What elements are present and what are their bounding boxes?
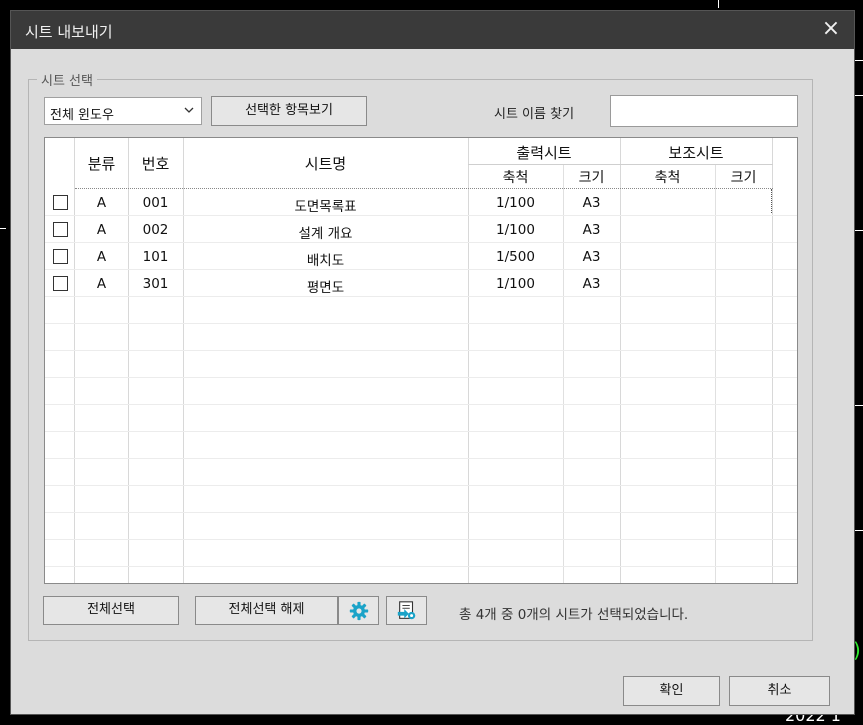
header-separator [468, 164, 773, 165]
cad-line [855, 530, 863, 531]
header-bottom-border [75, 188, 773, 189]
settings-button[interactable] [338, 596, 379, 625]
row-line [45, 404, 797, 405]
sheet-table: 분류 번호 시트명 출력시트 보조시트 축척 크기 축척 크기 A 001 도면… [44, 137, 798, 584]
cell-output-scale: 1/100 [496, 222, 535, 238]
row-line [45, 377, 797, 378]
row-line [45, 215, 797, 216]
ok-button[interactable]: 확인 [623, 676, 720, 706]
search-label: 시트 이름 찾기 [494, 107, 575, 122]
cell-category: A [96, 249, 107, 265]
grid-line [715, 164, 716, 583]
dialog-titlebar: 시트 내보내기 × [11, 11, 854, 49]
cell-number: 002 [142, 222, 169, 238]
cad-line [855, 230, 863, 231]
cell-output-size: A3 [582, 249, 601, 265]
cell-sheet-name: 도면목록표 [294, 199, 357, 215]
grid-line [620, 138, 621, 583]
cell-number: 301 [142, 276, 169, 292]
window-filter-value: 전체 윈도우 [50, 108, 114, 123]
grid-line [772, 138, 773, 583]
export-sheets-dialog: 시트 내보내기 × 시트 선택 전체 윈도우 선택한 항목보기 시트 이름 찾기… [10, 10, 855, 715]
column-header-category: 분류 [87, 155, 116, 173]
cell-category: A [96, 276, 107, 292]
column-header-output-size: 크기 [578, 170, 605, 186]
sheet-select-group-label: 시트 선택 [37, 70, 97, 89]
column-header-output-sheet: 출력시트 [516, 144, 572, 162]
export-sheet-button[interactable] [386, 596, 427, 625]
cancel-button[interactable]: 취소 [729, 676, 830, 706]
cell-sheet-name: 배치도 [306, 253, 345, 269]
cad-line [855, 95, 863, 96]
column-header-output-scale: 축척 [502, 170, 529, 186]
cad-line [855, 60, 863, 61]
view-selected-button[interactable]: 선택한 항목보기 [211, 96, 367, 126]
row-line [45, 566, 797, 567]
cell-output-scale: 1/100 [496, 276, 535, 292]
row-line [45, 539, 797, 540]
cell-output-size: A3 [582, 195, 601, 211]
row-line [45, 431, 797, 432]
row-line [45, 458, 797, 459]
deselect-all-button[interactable]: 전체선택 해제 [195, 596, 338, 625]
row-line [45, 269, 797, 270]
cad-line [718, 0, 719, 8]
dialog-title: 시트 내보내기 [25, 23, 113, 41]
column-header-sub-sheet: 보조시트 [668, 144, 724, 162]
cell-category: A [96, 222, 107, 238]
cell-number: 001 [142, 195, 169, 211]
row-line [45, 242, 797, 243]
cell-sheet-name: 평면도 [306, 280, 345, 296]
close-icon[interactable]: × [818, 16, 844, 41]
select-all-button[interactable]: 전체선택 [43, 596, 179, 625]
sheet-name-search-input[interactable] [610, 95, 798, 127]
cad-line [0, 228, 6, 229]
cell-category: A [96, 195, 107, 211]
focus-indicator [771, 189, 772, 213]
row-line [45, 350, 797, 351]
row-line [45, 323, 797, 324]
cad-line [855, 405, 863, 406]
column-header-number: 번호 [141, 155, 170, 173]
row-line [45, 296, 797, 297]
window-filter-dropdown[interactable]: 전체 윈도우 [44, 97, 202, 125]
column-header-sheet-name: 시트명 [304, 155, 347, 173]
sheet-export-icon [396, 600, 418, 632]
row-line [45, 512, 797, 513]
chevron-down-icon [183, 103, 195, 120]
row-checkbox[interactable] [53, 195, 68, 210]
cell-output-size: A3 [582, 276, 601, 292]
cell-sheet-name: 설계 개요 [298, 226, 353, 242]
gear-icon [348, 600, 370, 632]
cell-number: 101 [142, 249, 169, 265]
row-checkbox[interactable] [53, 276, 68, 291]
cell-output-scale: 1/100 [496, 195, 535, 211]
column-header-sub-size: 크기 [730, 170, 757, 186]
row-checkbox[interactable] [53, 249, 68, 264]
cell-output-size: A3 [582, 222, 601, 238]
selection-status-text: 총 4개 중 0개의 시트가 선택되었습니다. [459, 607, 689, 623]
column-header-sub-scale: 축척 [654, 170, 681, 186]
row-line [45, 485, 797, 486]
row-checkbox[interactable] [53, 222, 68, 237]
cell-output-scale: 1/500 [496, 249, 535, 265]
